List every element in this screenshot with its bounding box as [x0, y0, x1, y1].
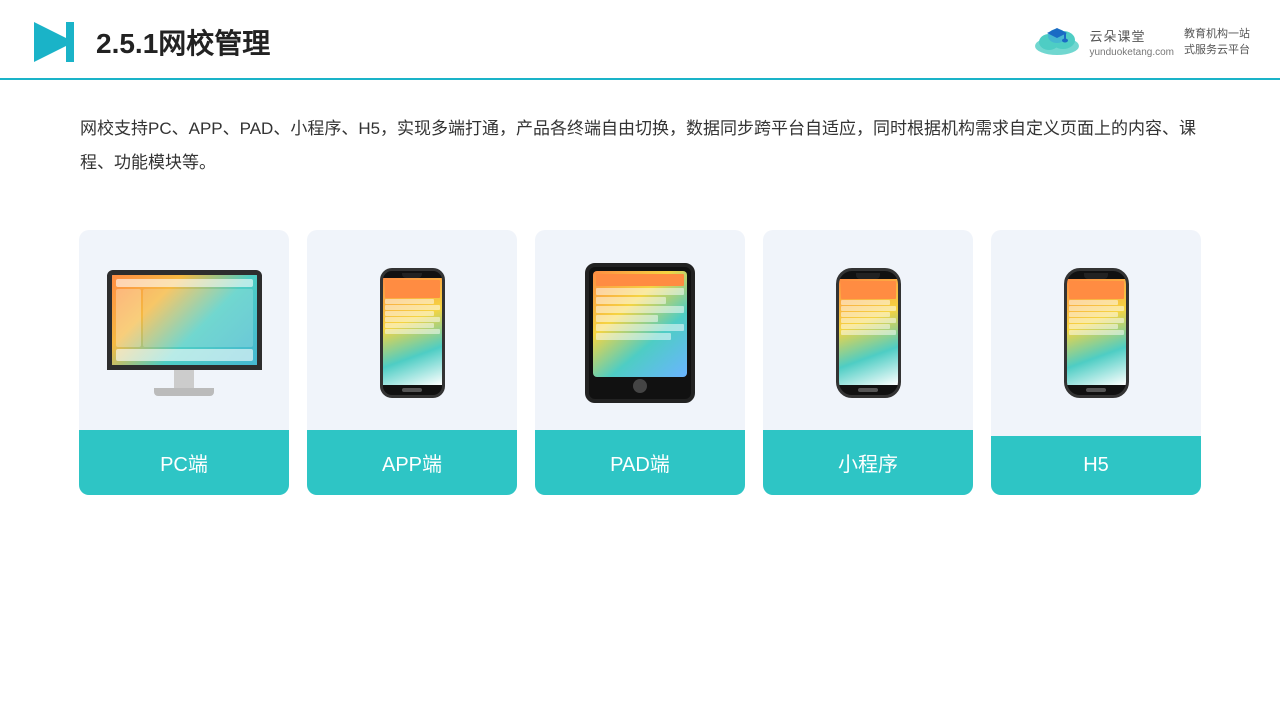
tablet-content-row-1 [596, 288, 684, 295]
phone-content-row-3 [385, 311, 435, 316]
card-h5-label: H5 [991, 436, 1201, 495]
phone-notch [402, 273, 422, 278]
header: 2.5.1网校管理 云朵课堂 yunduoketang.com 教育机构一站 式… [0, 0, 1280, 80]
tablet-content-row-2 [596, 297, 666, 304]
h5-phone-notch [1084, 273, 1108, 279]
tablet-content-row-5 [596, 324, 684, 331]
card-mini-image [763, 230, 973, 430]
pad-tablet-mockup [585, 263, 695, 403]
card-mini-label: 小程序 [763, 430, 973, 495]
screen-sidebar [116, 289, 141, 347]
description-text: 网校支持PC、APP、PAD、小程序、H5，实现多端打通，产品各终端自由切换，数… [80, 112, 1200, 180]
phone-content-row-5 [385, 323, 435, 328]
mini-phone-screen [839, 279, 898, 385]
mini-phone-notch [856, 273, 880, 279]
card-pc-image [79, 230, 289, 430]
tablet-header-row [596, 274, 684, 286]
h5-content-row-2 [1069, 306, 1124, 311]
phone-content-row-6 [385, 329, 440, 334]
h5-content-row-3 [1069, 312, 1119, 317]
h5-header-row [1069, 281, 1124, 299]
brand-name: 云朵课堂 yunduoketang.com [1089, 26, 1174, 58]
card-pad: PAD端 [535, 230, 745, 495]
h5-phone-screen [1067, 279, 1126, 385]
h5-content-row-6 [1069, 330, 1124, 335]
mini-header-row [841, 281, 896, 299]
screen-main [143, 289, 253, 347]
h5-content-row-1 [1069, 300, 1119, 305]
card-pad-label: PAD端 [535, 430, 745, 495]
brand-tagline: 教育机构一站 式服务云平台 [1184, 26, 1250, 59]
play-icon [30, 18, 78, 66]
logo-cloud: 云朵课堂 yunduoketang.com 教育机构一站 式服务云平台 [1031, 26, 1250, 59]
mini-content-row-2 [841, 306, 896, 311]
tagline-line2: 式服务云平台 [1184, 42, 1250, 59]
card-app-image [307, 230, 517, 430]
card-app: APP端 [307, 230, 517, 495]
mini-content-row-6 [841, 330, 896, 335]
phone-content-row-2 [385, 305, 440, 310]
brand-logo-icon [1031, 26, 1083, 58]
mini-content-row-4 [841, 318, 896, 323]
monitor-screen-inner [112, 275, 257, 365]
brand-url: yunduoketang.com [1089, 47, 1174, 58]
phone-screen [383, 278, 442, 385]
phone-content-row-1 [385, 299, 435, 304]
monitor-neck [174, 370, 194, 388]
card-h5-image [991, 230, 1201, 430]
mini-content-row-3 [841, 312, 891, 317]
card-pc-label: PC端 [79, 430, 289, 495]
h5-phone-home [1086, 388, 1106, 392]
logo-area: 云朵课堂 yunduoketang.com 教育机构一站 式服务云平台 [1031, 26, 1250, 59]
tablet-content-row-4 [596, 315, 658, 322]
page-title: 2.5.1网校管理 [96, 22, 270, 62]
screen-content-area [116, 289, 253, 347]
monitor-base [154, 388, 214, 396]
phone-home-indicator [402, 388, 422, 392]
card-pc: PC端 [79, 230, 289, 495]
app-phone-mockup [380, 268, 445, 398]
header-left: 2.5.1网校管理 [30, 18, 270, 66]
phone-header-row [385, 280, 440, 298]
brand-name-text: 云朵课堂 [1089, 26, 1174, 45]
tablet-screen [593, 271, 687, 377]
mini-content-row-5 [841, 324, 891, 329]
h5-content-row-5 [1069, 324, 1119, 329]
mini-content-row-1 [841, 300, 891, 305]
h5-content-row-4 [1069, 318, 1124, 323]
pc-device-mockup [107, 270, 262, 396]
cards-container: PC端 APP端 [0, 210, 1280, 495]
tablet-home-button [633, 379, 647, 393]
mini-phone-home [858, 388, 878, 392]
tablet-content-row-3 [596, 306, 684, 313]
card-app-label: APP端 [307, 430, 517, 495]
screen-nav-bar [116, 279, 253, 287]
description: 网校支持PC、APP、PAD、小程序、H5，实现多端打通，产品各终端自由切换，数… [0, 80, 1280, 200]
monitor-screen [107, 270, 262, 370]
card-h5: H5 [991, 230, 1201, 495]
tagline-line1: 教育机构一站 [1184, 26, 1250, 43]
tablet-content-row-6 [596, 333, 671, 340]
mini-phone-mockup [836, 268, 901, 398]
screen-footer-bar [116, 349, 253, 361]
h5-phone-mockup [1064, 268, 1129, 398]
card-pad-image [535, 230, 745, 430]
card-mini: 小程序 [763, 230, 973, 495]
phone-content-row-4 [385, 317, 440, 322]
